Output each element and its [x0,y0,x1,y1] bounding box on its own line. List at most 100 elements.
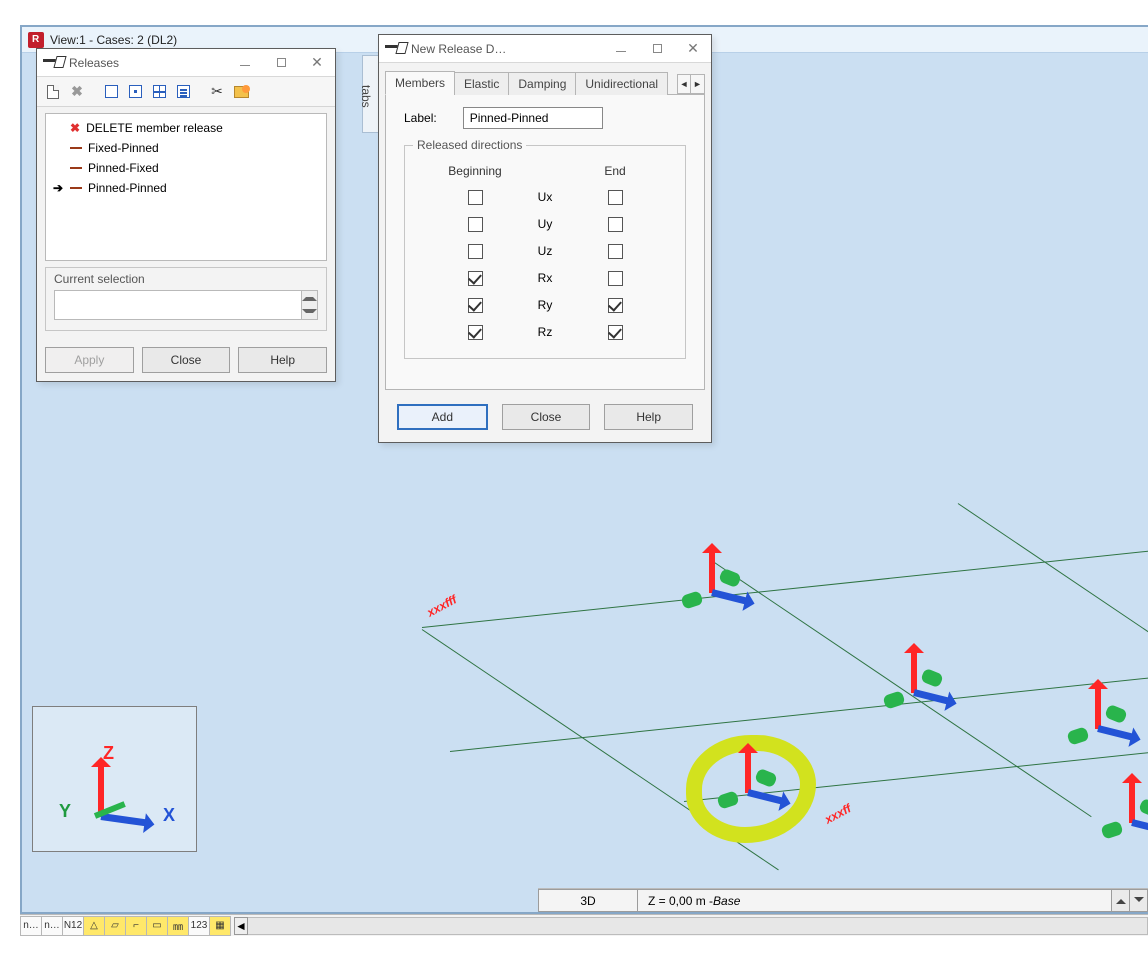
add-button[interactable]: Add [397,404,488,430]
tab-members[interactable]: Members [385,71,455,95]
bt-1[interactable]: n… [20,916,42,936]
x-icon: ✖ [71,83,83,100]
tab-scroll: ◄ ► [677,74,705,94]
help-button[interactable]: Help [604,404,693,430]
releases-list[interactable]: ✖ DELETE member release Fixed-Pinned Pin… [45,113,327,261]
ry-end-checkbox[interactable] [608,298,623,313]
bt-8[interactable]: ㎜ [167,916,189,936]
axis-y-label: Y [59,801,71,822]
axis-x-label: X [163,805,175,826]
tab-damping[interactable]: Damping [508,72,576,95]
coord-spin-up[interactable] [1112,889,1130,912]
spin-up-icon[interactable] [302,291,317,305]
grid-line [422,629,779,870]
maximize-button[interactable] [639,36,675,62]
bt-9[interactable]: 123 [188,916,210,936]
open-button[interactable] [231,82,251,102]
current-selection-input[interactable] [54,290,302,320]
bar-icon [70,147,82,149]
uz-end-checkbox[interactable] [608,244,623,259]
help-button[interactable]: Help [238,347,327,373]
coord-spin-down[interactable] [1130,889,1148,912]
label-field-label: Label: [404,111,437,125]
rz-beginning-checkbox[interactable] [468,325,483,340]
close-button[interactable]: ✕ [675,36,711,62]
spin-down-icon[interactable] [302,305,317,319]
maximize-button[interactable] [263,50,299,76]
node-label: xxxff [822,801,853,826]
ux-end-checkbox[interactable] [608,190,623,205]
minimize-button[interactable] [227,50,263,76]
bar-icon [70,167,82,169]
tab-scroll-left[interactable]: ◄ [678,75,691,93]
bt-2[interactable]: n… [41,916,63,936]
bt-3[interactable]: N12 [62,916,84,936]
tab-unidirectional[interactable]: Unidirectional [575,72,668,95]
new-icon [47,85,59,99]
bt-5[interactable]: ▱ [104,916,126,936]
releases-titlebar[interactable]: Releases ✕ [37,49,335,77]
delete-button[interactable]: ✖ [67,82,87,102]
view-btn-4[interactable] [173,82,193,102]
folder-icon [234,86,249,98]
releases-buttons: Apply Close Help [37,339,335,381]
bt-6[interactable]: ⌐ [125,916,147,936]
view-btn-3[interactable] [149,82,169,102]
list-item[interactable]: Fixed-Pinned [52,138,320,158]
close-button[interactable]: ✕ [299,50,335,76]
delete-marker-icon: ✖ [70,121,80,135]
status-strip: 3D Z = 0,00 m - Base [538,888,1148,912]
new-release-titlebar[interactable]: New Release D… ✕ [379,35,711,63]
list-item-selected[interactable]: ➔ Pinned-Pinned [52,178,320,198]
coord-cell[interactable]: Z = 0,00 m - Base [638,889,1112,912]
grid-line [958,503,1148,739]
rx-beginning-checkbox[interactable] [468,271,483,286]
new-button[interactable] [43,82,63,102]
tab-elastic[interactable]: Elastic [454,72,509,95]
release-icon [385,39,405,55]
row-rx: Rx [527,271,563,286]
close-button[interactable]: Close [502,404,591,430]
new-release-title: New Release D… [411,42,506,56]
new-release-dialog: New Release D… ✕ Members Elastic Damping… [378,34,712,443]
tabstrip: Members Elastic Damping Unidirectional ◄… [385,71,705,95]
hscroll-left[interactable]: ◄ [234,917,248,935]
grid-line [422,548,1148,628]
bar-icon [70,187,82,189]
releases-title: Releases [69,56,119,70]
axis-triad-widget[interactable]: Z X Y [32,706,197,852]
grid-line [450,672,1148,752]
uy-beginning-checkbox[interactable] [468,217,483,232]
rx-end-checkbox[interactable] [608,271,623,286]
col-beginning: Beginning [445,164,505,178]
view-btn-1[interactable] [101,82,121,102]
uy-end-checkbox[interactable] [608,217,623,232]
ux-beginning-checkbox[interactable] [468,190,483,205]
list-item[interactable]: ✖ DELETE member release [52,118,320,138]
ry-beginning-checkbox[interactable] [468,298,483,313]
projection-cell[interactable]: 3D [538,889,638,912]
new-release-buttons: Add Close Help [379,390,711,442]
group-legend: Released directions [413,138,526,152]
list-item[interactable]: Pinned-Fixed [52,158,320,178]
selection-spinner[interactable] [302,290,318,320]
minimize-button[interactable] [603,36,639,62]
close-button[interactable]: Close [142,347,231,373]
rz-end-checkbox[interactable] [608,325,623,340]
bt-7[interactable]: ▭ [146,916,168,936]
releases-dialog: Releases ✕ ✖ ✂ ✖ DELETE member release F… [36,48,336,382]
apply-button[interactable]: Apply [45,347,134,373]
releases-toolbar: ✖ ✂ [37,77,335,107]
axis-z-label: Z [103,743,114,764]
row-uy: Uy [527,217,563,232]
view-btn-2[interactable] [125,82,145,102]
tab-scroll-right[interactable]: ► [691,75,704,93]
bt-4[interactable]: △ [83,916,105,936]
bt-10[interactable]: ▦ [209,916,231,936]
square-icon [105,85,118,98]
tabs-handle-label: tabs [359,85,373,108]
cut-button[interactable]: ✂ [207,82,227,102]
label-input[interactable] [463,107,603,129]
uz-beginning-checkbox[interactable] [468,244,483,259]
hscroll-track[interactable] [248,917,1148,935]
